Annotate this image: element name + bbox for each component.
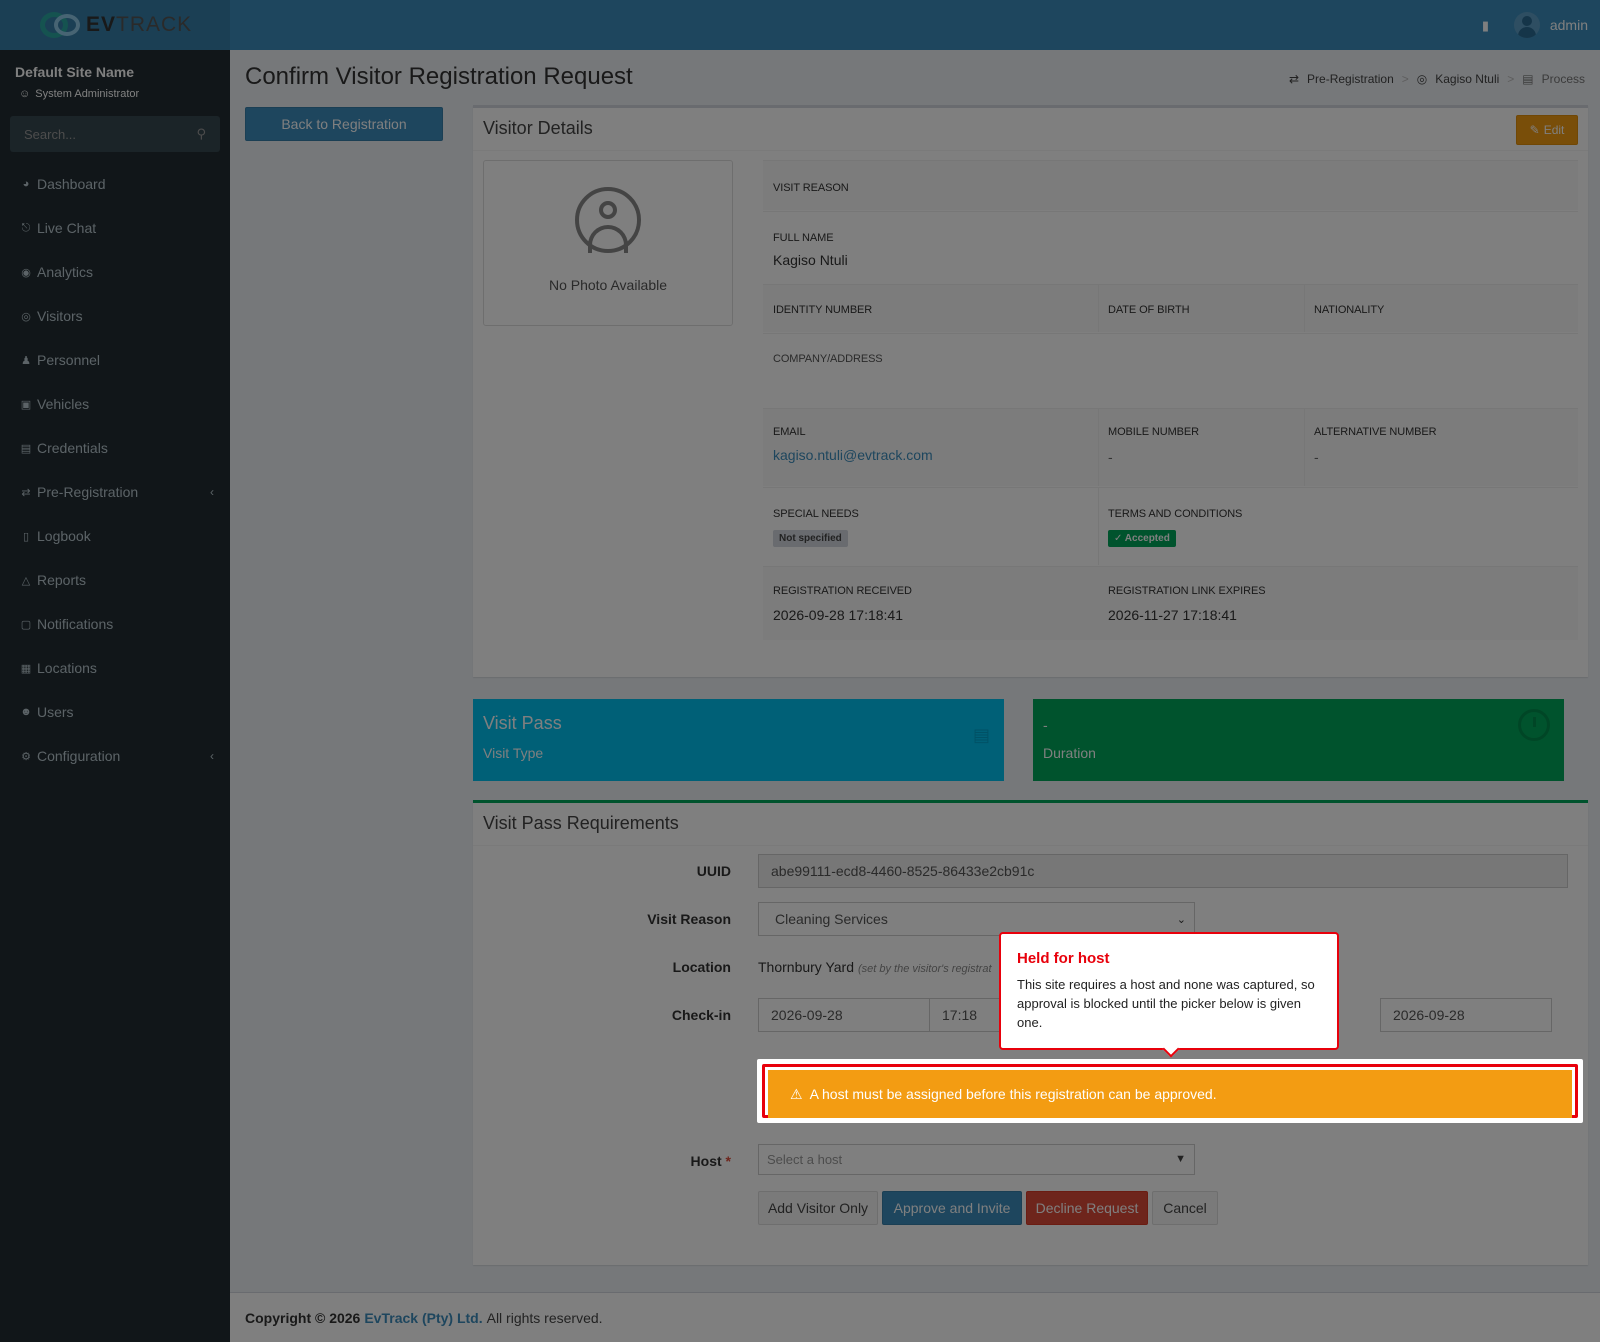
tooltip-title: Held for host	[1017, 950, 1110, 967]
tour-tooltip: Held for host This site requires a host …	[999, 932, 1339, 1050]
highlighted-region: ⚠ A host must be assigned before this re…	[757, 1059, 1583, 1123]
warning-icon: ⚠	[790, 1085, 803, 1102]
highlight-frame: ⚠ A host must be assigned before this re…	[762, 1064, 1578, 1118]
tooltip-body: This site requires a host and none was c…	[1017, 977, 1315, 1030]
host-required-alert: ⚠ A host must be assigned before this re…	[768, 1070, 1572, 1118]
tour-overlay	[0, 0, 1600, 1342]
